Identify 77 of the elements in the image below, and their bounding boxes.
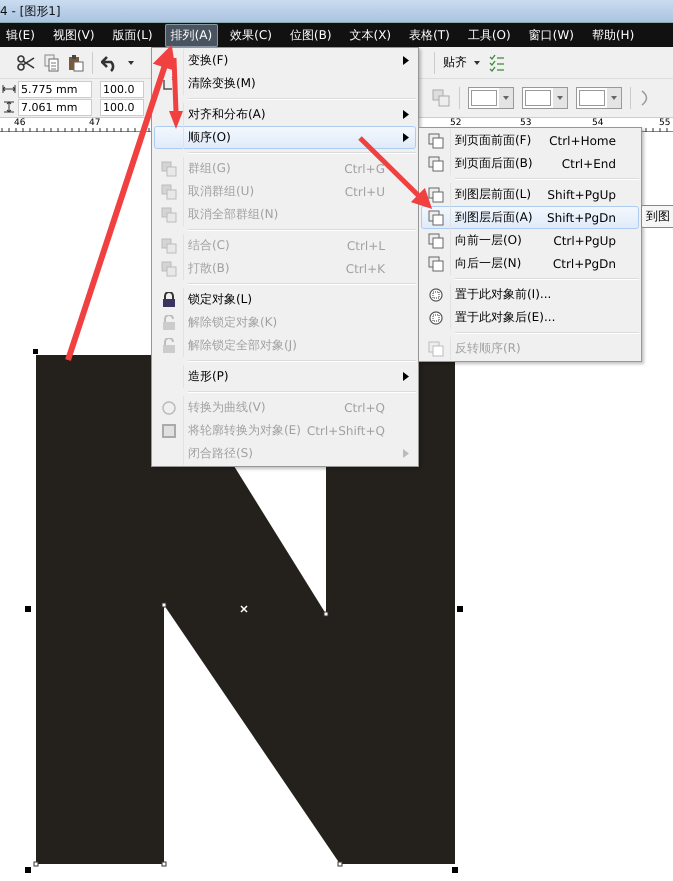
height-field[interactable]: 7.061 mm [18, 98, 92, 116]
height-icon [2, 101, 16, 113]
window-title: 4 - [图形1] [0, 2, 61, 20]
lock-icon [162, 314, 176, 330]
node-handles[interactable] [34, 602, 342, 866]
color-dropdown[interactable] [576, 87, 622, 109]
caret-icon [556, 94, 564, 102]
width-icon [2, 84, 16, 94]
menu-item[interactable]: 辑(E) [0, 24, 41, 46]
submenu-arrow-icon [403, 372, 409, 381]
layers-icon [428, 186, 444, 202]
layers-icon [428, 210, 444, 226]
menu-item[interactable]: 窗口(W) [522, 24, 580, 46]
menu-item[interactable]: 向后一层(N) Ctrl+PgDn [421, 252, 639, 275]
layers-icon [428, 132, 444, 148]
layers-icon [428, 340, 444, 356]
lock-icon [162, 338, 176, 354]
layers-icon [161, 184, 177, 200]
square-icon [161, 422, 177, 438]
ruler-label: 54 [592, 118, 604, 128]
menu-item[interactable]: 文本(X) [344, 24, 398, 46]
menu-item[interactable]: 造形(P) [154, 365, 416, 388]
layers-icon [428, 232, 444, 248]
menu-item[interactable]: 位图(B) [284, 24, 338, 46]
circle-icon [161, 400, 177, 416]
caret-icon [502, 94, 510, 102]
ruler-label: 47 [89, 118, 100, 128]
submenu-arrow-icon [403, 133, 409, 142]
menu-item[interactable]: 到页面前面(F) Ctrl+Home [421, 129, 639, 152]
menu-item[interactable]: 版面(L) [106, 24, 159, 46]
circle-icon [428, 286, 444, 302]
color-dropdown[interactable] [522, 87, 568, 109]
layers-icon [161, 260, 177, 276]
menu-item[interactable]: 帮助(H) [586, 24, 640, 46]
menu-item[interactable]: 视图(V) [46, 24, 101, 46]
submenu-arrow-icon [403, 56, 409, 65]
menu-item[interactable]: 向前一层(O) Ctrl+PgUp [421, 229, 639, 252]
submenu-arrow-icon [403, 449, 409, 458]
ruler-label: 52 [450, 118, 462, 128]
menu-item[interactable]: 到页面后面(B) Ctrl+End [421, 152, 639, 175]
lock-icon [162, 292, 176, 308]
layers-icon [161, 206, 177, 222]
menu-item[interactable]: 到图层前面(L) Shift+PgUp [421, 183, 639, 206]
caret-icon [610, 94, 618, 102]
layers-icon [161, 238, 177, 254]
menu-item[interactable]: 效果(C) [224, 24, 278, 46]
tooltip: 到图 [641, 205, 673, 228]
menu-item[interactable]: 置于此对象前(I)... [421, 283, 639, 306]
caret-icon [473, 58, 481, 66]
scale-field[interactable]: 100.0 [100, 98, 144, 116]
menu-item[interactable]: 清除变换(M) [154, 72, 416, 95]
circle-icon [428, 310, 444, 326]
ruler-label: 46 [14, 118, 26, 128]
menu-item[interactable]: 排列(A) [164, 24, 218, 46]
color-dropdown[interactable] [468, 87, 514, 109]
menu-item[interactable]: 顺序(O) [154, 126, 416, 149]
snap-dropdown[interactable]: 贴齐 [443, 54, 481, 71]
menu-item[interactable]: 锁定对象(L) [154, 288, 416, 311]
submenu-arrow-icon [403, 110, 409, 119]
scissors-icon[interactable] [16, 54, 36, 72]
menu-item[interactable]: 表格(T) [403, 24, 456, 46]
paste-icon[interactable] [68, 54, 84, 72]
ruler-label: 55 [659, 118, 670, 128]
layers-icon [161, 160, 177, 176]
checklist-icon[interactable] [489, 54, 505, 72]
layers-icon [428, 156, 444, 172]
menu-item[interactable]: 到图层后面(A) Shift+PgDn [421, 206, 639, 229]
layers-icon [428, 256, 444, 272]
menu-item[interactable]: 工具(O) [462, 24, 517, 46]
menu-item[interactable]: 置于此对象后(E)... [421, 306, 639, 329]
scale-field[interactable]: 100.0 [100, 80, 144, 98]
menu-item[interactable]: 变换(F) [154, 49, 416, 72]
copy-icon[interactable] [44, 54, 60, 72]
caret-icon[interactable] [127, 58, 135, 66]
center-mark-icon [240, 605, 248, 613]
ruler-label: 53 [520, 118, 532, 128]
width-field[interactable]: 5.775 mm [18, 80, 92, 98]
